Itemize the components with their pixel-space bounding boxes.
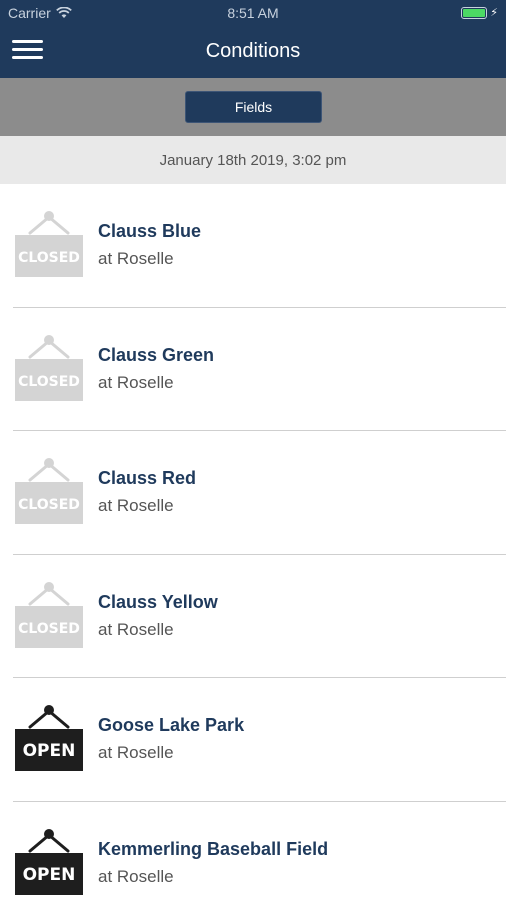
field-location: at Roselle	[98, 372, 174, 392]
open-sign-icon: OPEN	[14, 703, 84, 773]
fields-tab-button[interactable]: Fields	[185, 91, 322, 123]
field-list: CLOSED Clauss Blue at Roselle CLOSED Clauss …	[0, 184, 506, 900]
field-text: Clauss Yellow at Roselle	[98, 591, 218, 641]
battery-icon: ⚡	[461, 6, 498, 19]
field-location: at Roselle	[98, 866, 174, 886]
svg-text:OPEN: OPEN	[23, 865, 76, 885]
svg-text:CLOSED: CLOSED	[18, 374, 80, 390]
charging-icon: ⚡	[490, 7, 498, 19]
open-sign-icon: OPEN	[14, 827, 84, 897]
field-name: Clauss Red	[98, 468, 197, 488]
field-text: Clauss Red at Roselle	[98, 467, 196, 517]
field-text: Clauss Blue at Roselle	[98, 220, 201, 270]
page-title: Conditions	[205, 40, 301, 62]
closed-sign-icon: CLOSED	[14, 333, 84, 403]
field-row[interactable]: OPEN Goose Lake Park at Roselle	[0, 678, 506, 802]
svg-text:CLOSED: CLOSED	[18, 250, 80, 266]
field-row[interactable]: CLOSED Clauss Yellow at Roselle	[0, 555, 506, 679]
svg-text:CLOSED: CLOSED	[18, 497, 80, 513]
closed-sign-icon: CLOSED	[14, 456, 84, 526]
status-time: 8:51 AM	[227, 5, 279, 21]
field-location: at Roselle	[98, 249, 174, 268]
segment-bar: Fields	[0, 78, 506, 136]
field-name: Clauss Green	[98, 344, 215, 365]
svg-text:OPEN: OPEN	[23, 741, 76, 761]
field-row[interactable]: CLOSED Clauss Red at Roselle	[0, 431, 506, 555]
svg-text:CLOSED: CLOSED	[18, 621, 80, 637]
field-name: Clauss Yellow	[98, 591, 218, 612]
field-location: at Roselle	[98, 496, 174, 515]
field-row[interactable]: CLOSED Clauss Green at Roselle	[0, 308, 506, 432]
status-bar: Carrier 8:51 AM ⚡	[0, 0, 506, 26]
field-text: Clauss Green at Roselle	[98, 344, 214, 394]
field-text: Goose Lake Park at Roselle	[98, 714, 244, 764]
closed-sign-icon: CLOSED	[14, 209, 84, 279]
field-text: Kemmerling Baseball Field at Roselle	[98, 838, 328, 888]
field-row[interactable]: OPEN Kemmerling Baseball Field at Roselle	[0, 802, 506, 900]
field-location: at Roselle	[98, 743, 174, 762]
field-name: Clauss Blue	[98, 221, 202, 241]
field-name: Kemmerling Baseball Field	[98, 838, 329, 859]
nav-bar: Conditions	[0, 26, 506, 78]
field-row[interactable]: CLOSED Clauss Blue at Roselle	[0, 184, 506, 308]
field-location: at Roselle	[98, 619, 174, 639]
field-name: Goose Lake Park	[98, 715, 245, 735]
last-updated-timestamp: January 18th 2019, 3:02 pm	[0, 136, 506, 184]
closed-sign-icon: CLOSED	[14, 580, 84, 650]
